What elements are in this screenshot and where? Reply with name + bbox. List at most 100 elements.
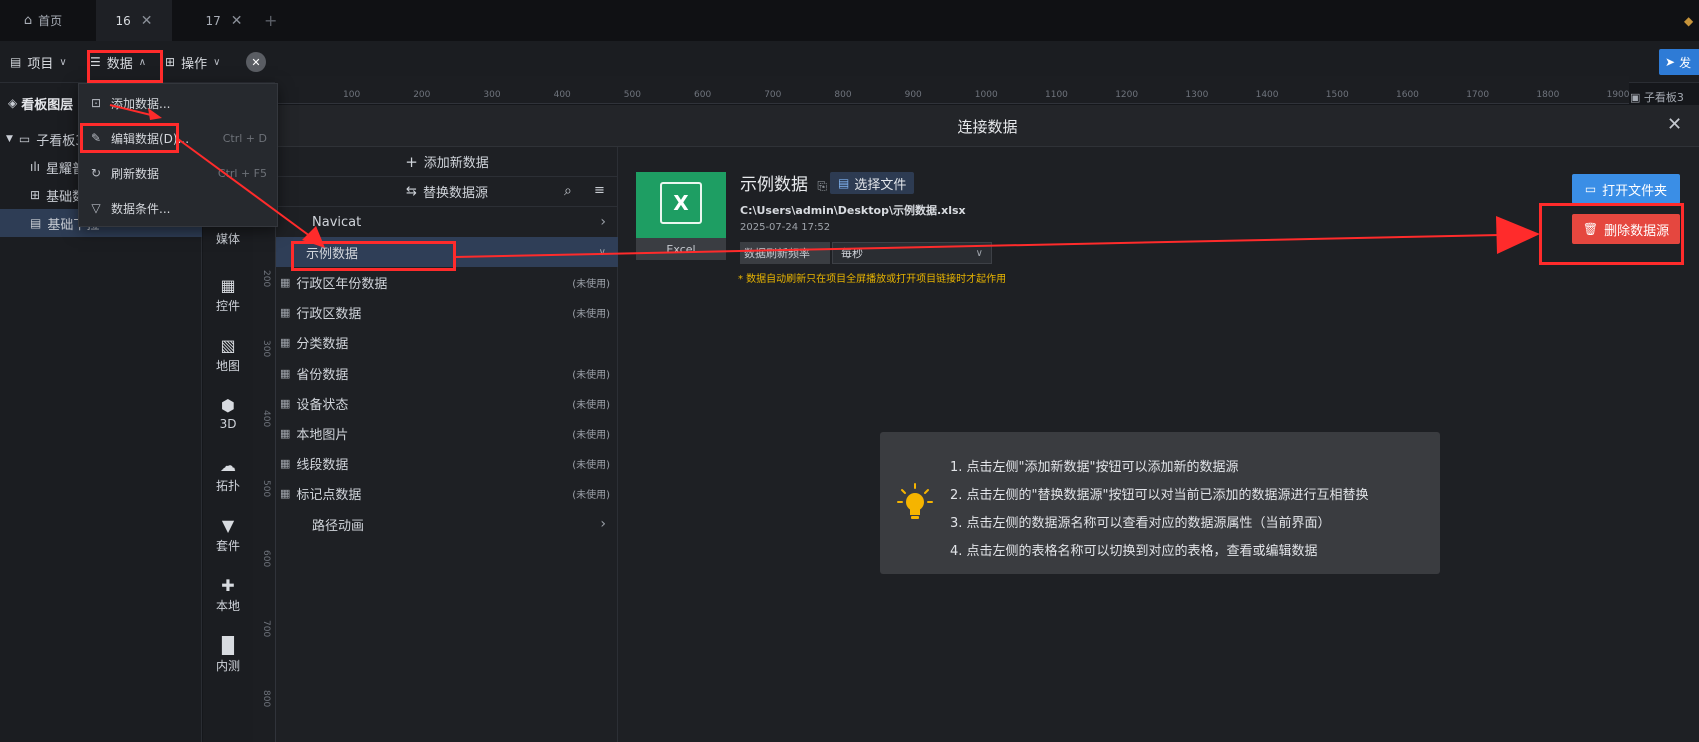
source-item-label: 示例数据 xyxy=(306,246,359,262)
menu-item-shortcut: Ctrl + F5 xyxy=(217,166,267,180)
data-menu-button[interactable]: ☰ 数据 ∧ xyxy=(90,41,146,83)
menu-item-label: 添加数据... xyxy=(111,96,171,111)
tab-home[interactable]: ⌂ 首页 xyxy=(0,0,86,41)
ruler-tick: 700 xyxy=(764,90,782,100)
source-group[interactable]: Navicat › xyxy=(276,207,618,237)
cube-icon: ⬢ xyxy=(221,396,235,415)
tab-16[interactable]: 16 ✕ xyxy=(96,0,172,41)
tab-17[interactable]: 17 ✕ xyxy=(186,0,262,41)
data-menu-label: 数据 xyxy=(106,56,133,72)
publish-button[interactable]: ➤ 发 xyxy=(1659,41,1699,83)
ruler-tick: 500 xyxy=(261,480,271,498)
table-item-label: 设备状态 xyxy=(296,397,349,413)
refresh-frequency-select[interactable]: 毎秒 ∨ xyxy=(832,242,992,264)
control-category[interactable]: ▦ 控件 xyxy=(203,276,253,314)
unused-tag: (未使用) xyxy=(572,278,610,290)
layer-icon: ▣ xyxy=(1630,91,1641,104)
ruler-tick: 1300 xyxy=(1185,90,1209,100)
map-category[interactable]: ▧ 地图 xyxy=(203,336,253,374)
table-icon: ▦ xyxy=(280,457,291,471)
close-icon[interactable]: ✕ xyxy=(231,13,243,29)
horizontal-ruler: 100 200 300 400 500 600 700 800 900 1000 1100 1200 1… xyxy=(275,76,1630,104)
source-group[interactable]: 路径动画 › xyxy=(276,509,618,539)
table-item[interactable]: ▦ 标记点数据 (未使用) xyxy=(276,479,618,509)
delete-data-source-button[interactable]: 🗑 删除数据源 xyxy=(1572,214,1680,244)
new-tab-button[interactable]: + xyxy=(264,0,278,41)
edit-data-menu-item[interactable]: ✎ 编辑数据(D)... Ctrl + D xyxy=(79,121,277,155)
file-icon: ▤ xyxy=(838,176,850,190)
topology-category[interactable]: ☁ 拓扑 xyxy=(203,456,253,494)
chevron-right-icon: › xyxy=(600,214,606,230)
source-item-selected[interactable]: 示例数据 ∨ xyxy=(276,237,618,268)
chevron-down-icon: ∨ xyxy=(598,246,606,258)
table-item[interactable]: ▦ 分类数据 xyxy=(276,328,618,358)
beta-category[interactable]: ▐▌ 内测 xyxy=(203,636,253,674)
vertical-ruler: 100200300400500600700800 xyxy=(253,200,276,742)
shirt-icon: ▼ xyxy=(221,516,235,535)
media-category[interactable]: 媒体 xyxy=(203,230,253,247)
choose-file-button[interactable]: ▤ 选择文件 xyxy=(830,172,915,194)
layer-panel-title: 看板图层 xyxy=(21,97,74,113)
add-data-menu-item[interactable]: ⊡ 添加数据... xyxy=(79,86,277,120)
delete-source-label: 删除数据源 xyxy=(1604,223,1670,239)
tab-label: 首页 xyxy=(38,14,63,28)
layer-root-label: 子看板3 xyxy=(36,133,84,149)
table-item[interactable]: ▦ 行政区数据 (未使用) xyxy=(276,298,618,328)
sort-icon[interactable]: ≡ xyxy=(594,183,605,198)
tab-bar: ⌂ 首页 16 ✕ 17 ✕ + ◆ xyxy=(0,0,1699,41)
chevron-up-icon: ∧ xyxy=(138,56,147,68)
bar-chart-icon: ılı xyxy=(30,160,41,174)
source-group-label: 路径动画 xyxy=(312,518,365,534)
table-item[interactable]: ▦ 省份数据 (未使用) xyxy=(276,358,618,388)
3d-category[interactable]: ⬢ 3D xyxy=(203,396,253,431)
local-category[interactable]: ✚ 本地 xyxy=(203,576,253,614)
table-item-label: 省份数据 xyxy=(296,367,349,383)
table-item[interactable]: ▦ 本地图片 (未使用) xyxy=(276,418,618,448)
search-icon[interactable]: ⌕ xyxy=(564,183,572,199)
open-folder-button[interactable]: ▭ 打开文件夹 xyxy=(1572,174,1680,204)
3d-label: 3D xyxy=(219,417,237,431)
close-icon[interactable]: ✕ xyxy=(1667,114,1682,135)
unused-tag: (未使用) xyxy=(572,490,610,502)
project-menu-button[interactable]: ▤ 项目 ∨ xyxy=(10,41,67,83)
replace-label: 替换数据源 xyxy=(422,186,488,201)
data-condition-menu-item[interactable]: ▽ 数据条件... xyxy=(79,191,277,225)
refresh-data-menu-item[interactable]: ↻ 刷新数据 Ctrl + F5 xyxy=(79,156,277,190)
local-label: 本地 xyxy=(215,599,240,613)
table-icon: ▦ xyxy=(280,366,291,380)
close-icon: ✕ xyxy=(246,52,266,72)
table-item[interactable]: ▦ 设备状态 (未使用) xyxy=(276,388,618,418)
ruler-tick: 900 xyxy=(904,90,922,100)
chevron-down-icon: ∨ xyxy=(213,56,221,68)
refresh-frequency-value: 毎秒 xyxy=(841,247,863,260)
unused-tag: (未使用) xyxy=(572,399,610,411)
choose-file-label: 选择文件 xyxy=(854,177,907,193)
refresh-frequency-label: 数据刷新频率 xyxy=(740,242,830,264)
table-item[interactable]: ▦ 行政区年份数据 (未使用) xyxy=(276,267,618,297)
database-icon: ☰ xyxy=(90,55,101,69)
ruler-tick: 1600 xyxy=(1396,90,1419,100)
table-icon: ▦ xyxy=(280,306,291,320)
beta-label: 内测 xyxy=(215,659,240,673)
close-circle-button[interactable]: ✕ xyxy=(246,41,266,83)
data-menu-dropdown: ⊡ 添加数据... ✎ 编辑数据(D)... Ctrl + D ↻ 刷新数据 C… xyxy=(78,83,278,227)
table-item[interactable]: ▦ 线段数据 (未使用) xyxy=(276,449,618,479)
right-tag[interactable]: ▣ 子看板3 xyxy=(1630,89,1684,105)
open-folder-label: 打开文件夹 xyxy=(1602,183,1668,199)
kit-category[interactable]: ▼ 套件 xyxy=(203,516,253,554)
ruler-tick: 800 xyxy=(834,90,852,100)
ruler-tick: 200 xyxy=(261,270,271,288)
file-path: C:\Users\admin\Desktop\示例数据.xlsx xyxy=(740,204,966,217)
menu-item-shortcut: Ctrl + D xyxy=(222,131,267,145)
add-new-data-button[interactable]: + 添加新数据 xyxy=(276,147,618,177)
edit-icon[interactable]: ⎘ xyxy=(817,179,827,193)
swap-icon: ⇆ xyxy=(406,184,417,199)
operation-menu-button[interactable]: ⊞ 操作 ∨ xyxy=(165,41,220,83)
table-item-label: 线段数据 xyxy=(296,458,349,474)
tab-label: 17 xyxy=(205,13,221,28)
add-new-label: 添加新数据 xyxy=(423,156,489,171)
close-icon[interactable]: ✕ xyxy=(141,13,153,29)
ruler-tick: 1500 xyxy=(1325,90,1349,100)
unused-tag: (未使用) xyxy=(572,460,610,472)
ruler-tick: 300 xyxy=(483,90,501,100)
